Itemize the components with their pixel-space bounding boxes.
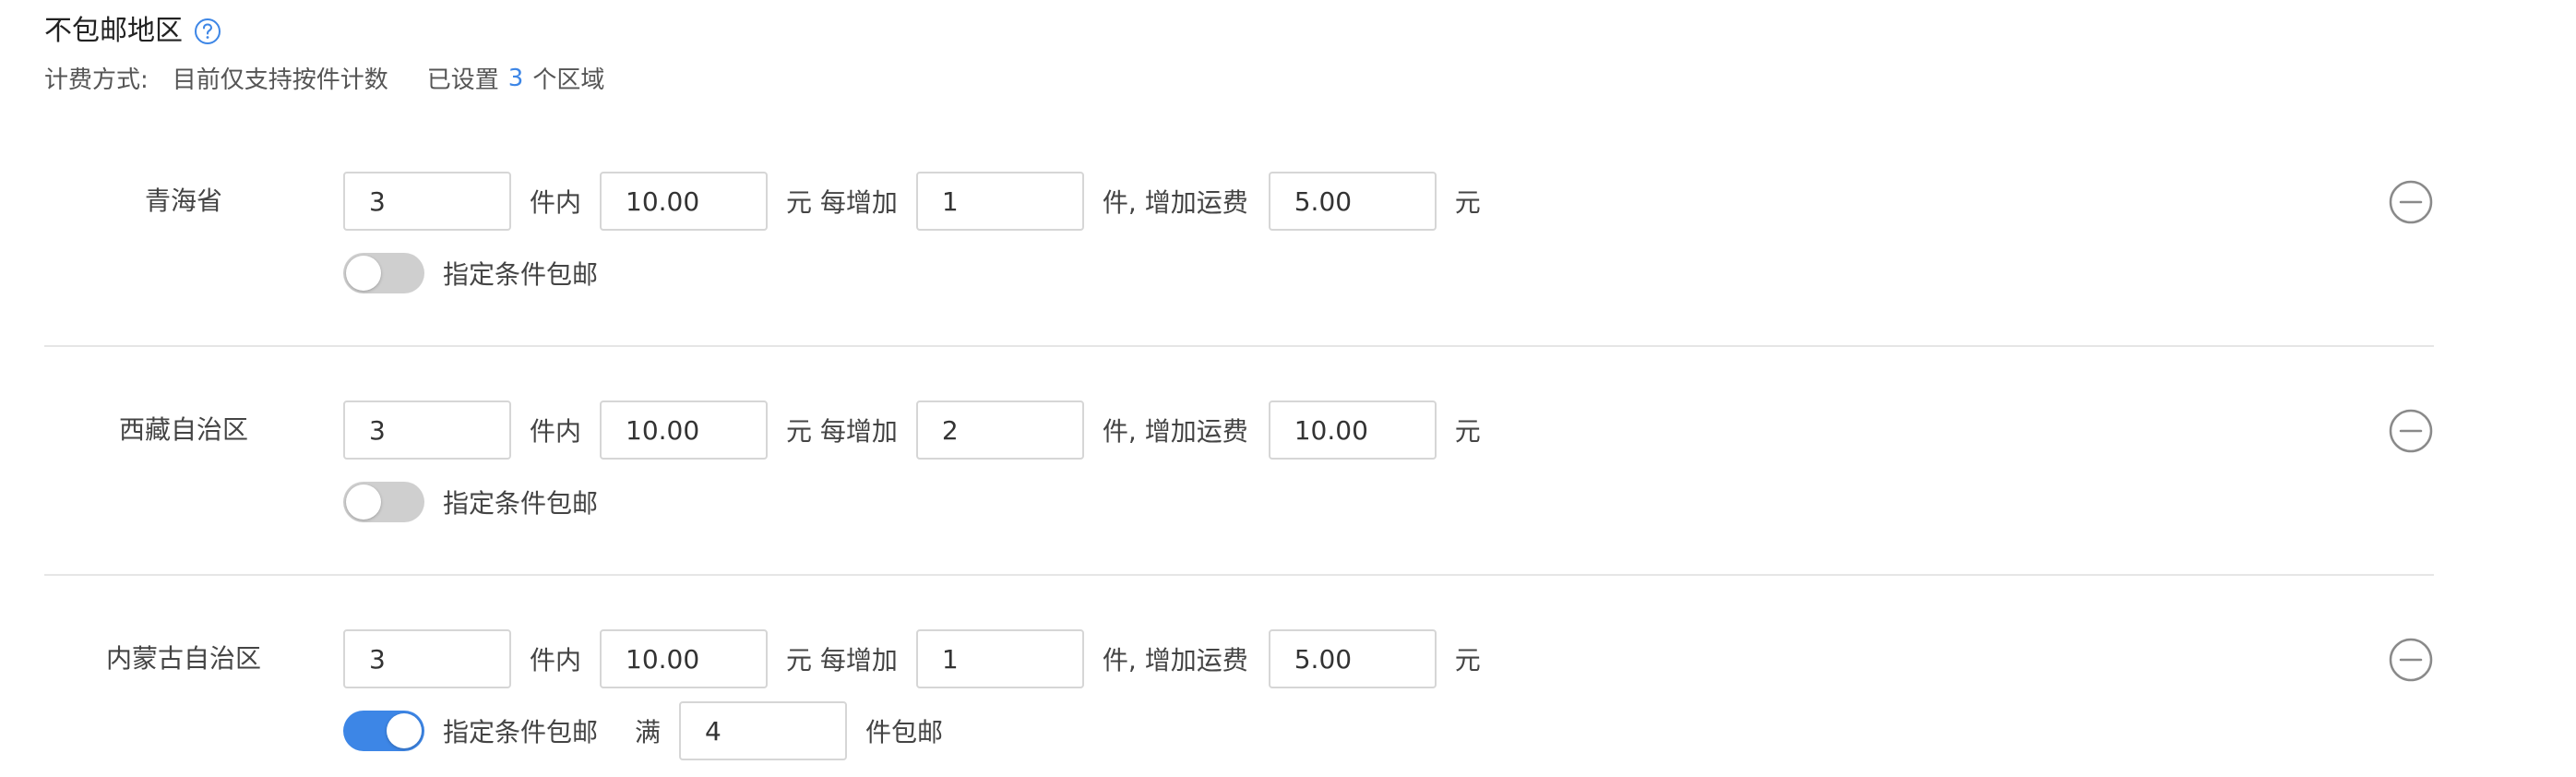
threshold-prefix-label: 满 [635,717,662,747]
threshold-suffix-label: 件包邮 [865,717,944,747]
region-row: 内蒙古自治区 件内 元 每增加 件, 增加运费 元 指定条件包邮 满 件包邮 [44,576,2434,777]
first-qty-input[interactable] [343,400,511,460]
add-fee-input[interactable] [1268,400,1437,460]
fee-rule-row: 件内 元 每增加 件, 增加运费 元 [343,172,1481,231]
region-row: 青海省 件内 元 每增加 件, 增加运费 元 指定条件包邮 [44,118,2434,347]
add-fee-label: 件, 增加运费 [1102,645,1248,675]
section-title: 不包邮地区 [44,15,183,47]
first-fee-input[interactable] [600,629,769,688]
fee-rule-row: 件内 元 每增加 件, 增加运费 元 [343,400,1481,460]
each-add-label: 元 每增加 [786,645,898,675]
section-header: 不包邮地区 计费方式: 目前仅支持按件计数 已设置 3 个区域 [44,11,604,95]
conditional-free-label: 指定条件包邮 [443,259,599,290]
billing-label: 计费方式: [44,66,149,94]
each-add-label: 元 每增加 [786,416,898,447]
add-qty-input[interactable] [915,172,1084,231]
within-label: 件内 [530,416,582,447]
region-name: 西藏自治区 [118,414,248,445]
conditional-free-row: 指定条件包邮 [343,472,598,532]
region-row: 西藏自治区 件内 元 每增加 件, 增加运费 元 指定条件包邮 [44,347,2434,576]
first-fee-input[interactable] [600,400,769,460]
set-suffix: 个区域 [532,66,605,94]
billing-method: 目前仅支持按件计数 [172,66,388,94]
region-count: 3 [507,64,524,92]
minus-circle-icon[interactable] [2388,637,2434,683]
within-label: 件内 [530,645,582,675]
region-name: 内蒙古自治区 [105,643,261,674]
add-fee-input[interactable] [1268,629,1437,688]
yuan-label: 元 [1454,416,1481,447]
no-free-shipping-panel: 不包邮地区 计费方式: 目前仅支持按件计数 已设置 3 个区域 青海省 件内 [0,0,2576,777]
toggle-knob [346,256,381,291]
conditional-free-toggle[interactable] [343,482,424,522]
conditional-free-label: 指定条件包邮 [443,488,599,519]
minus-circle-icon[interactable] [2388,179,2434,225]
toggle-knob [387,713,422,748]
yuan-label: 元 [1454,645,1481,675]
conditional-free-row: 指定条件包邮 满 件包邮 [343,701,943,760]
add-fee-label: 件, 增加运费 [1102,187,1248,218]
billing-info: 计费方式: 目前仅支持按件计数 已设置 3 个区域 [44,61,604,95]
free-threshold-input[interactable] [679,701,848,760]
set-prefix: 已设置 [426,66,499,94]
region-name: 青海省 [144,185,222,216]
question-circle-icon[interactable] [194,18,221,45]
first-qty-input[interactable] [343,629,511,688]
yuan-label: 元 [1454,187,1481,218]
title-row: 不包邮地区 [44,11,604,52]
conditional-free-toggle[interactable] [343,253,424,293]
minus-circle-icon[interactable] [2388,408,2434,454]
toggle-knob [346,484,381,520]
each-add-label: 元 每增加 [786,187,898,218]
add-qty-input[interactable] [915,629,1084,688]
within-label: 件内 [530,187,582,218]
add-fee-label: 件, 增加运费 [1102,416,1248,447]
conditional-free-row: 指定条件包邮 [343,244,598,303]
fee-rule-row: 件内 元 每增加 件, 增加运费 元 [343,629,1481,688]
conditional-free-label: 指定条件包邮 [443,717,599,747]
first-fee-input[interactable] [600,172,769,231]
add-qty-input[interactable] [915,400,1084,460]
conditional-free-toggle[interactable] [343,711,424,751]
first-qty-input[interactable] [343,172,511,231]
add-fee-input[interactable] [1268,172,1437,231]
